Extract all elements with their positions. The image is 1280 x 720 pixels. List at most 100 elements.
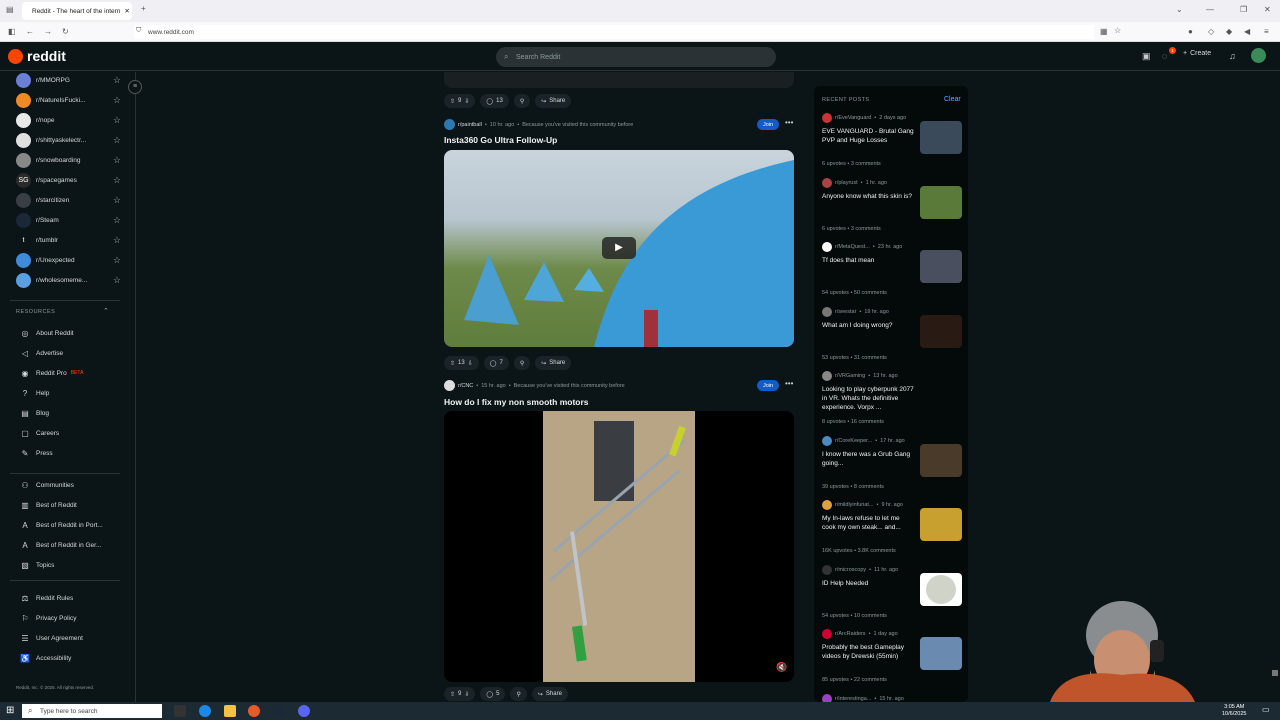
- sidebar-link[interactable]: ☰ User Agreement: [20, 631, 83, 645]
- reader-view-icon[interactable]: ▦: [1100, 27, 1108, 36]
- recent-post-subreddit[interactable]: r/MetaQuest...: [835, 244, 870, 250]
- sidebar-link[interactable]: ⚇ Communities: [20, 478, 74, 492]
- windows-start-icon[interactable]: ⊞: [6, 705, 14, 716]
- back-icon[interactable]: ←: [26, 27, 34, 36]
- recent-post-title[interactable]: What am I doing wrong?: [822, 321, 914, 330]
- share-button[interactable]: ↪ Share: [535, 356, 572, 370]
- vote-pill[interactable]: ⇧ 13 ⇩: [444, 356, 479, 370]
- subreddit-link[interactable]: r/paintball: [458, 122, 482, 128]
- chat-icon[interactable]: ◌: [1162, 51, 1167, 61]
- subreddit-avatar[interactable]: [444, 380, 455, 391]
- recent-post-item[interactable]: r/microscopy • 11 hr. ago ID Help Needed 54 …: [822, 564, 962, 625]
- file-explorer-icon[interactable]: [224, 705, 236, 717]
- award-button[interactable]: ⚲: [513, 94, 531, 108]
- recent-post-thumbnail[interactable]: [920, 572, 962, 606]
- sidebar-community-item[interactable]: r/starcitizen ☆: [16, 192, 121, 208]
- join-button[interactable]: Join: [757, 119, 779, 130]
- recent-post-subreddit[interactable]: r/microscopy: [835, 567, 866, 573]
- sidebar-community-item[interactable]: SG r/spacegames ☆: [16, 172, 121, 188]
- extension-badge-icon[interactable]: ◆: [1226, 27, 1232, 36]
- close-window-icon[interactable]: ✕: [1264, 5, 1271, 14]
- create-button[interactable]: + Create: [1183, 50, 1211, 57]
- clear-button[interactable]: Clear: [944, 96, 961, 103]
- steam-icon[interactable]: [273, 705, 285, 717]
- favorite-star-icon[interactable]: ☆: [113, 195, 121, 206]
- recent-post-subreddit[interactable]: r/interestinga...: [835, 696, 871, 702]
- sidebar-link[interactable]: ♿ Accessibility: [20, 651, 71, 665]
- sidebar-community-item[interactable]: r/shittyaskelectr... ☆: [16, 132, 121, 148]
- comments-button[interactable]: ◯ 7: [483, 356, 509, 370]
- recent-post-title[interactable]: Probably the best Gameplay videos by Dre…: [822, 643, 914, 661]
- recent-post-item[interactable]: r/mildlyinfuriat... • 9 hr. ago My In-laws …: [822, 500, 962, 560]
- play-icon[interactable]: ▶: [602, 237, 636, 259]
- recent-post-thumbnail[interactable]: [920, 443, 962, 477]
- subreddit-link[interactable]: r/CNC: [458, 383, 473, 389]
- recent-post-subreddit[interactable]: r/playrust: [835, 180, 858, 186]
- reddit-logo[interactable]: reddit: [8, 48, 66, 64]
- recent-post-subreddit[interactable]: r/seestar: [835, 309, 856, 315]
- recent-post-thumbnail[interactable]: [920, 185, 962, 219]
- sidebar-link[interactable]: ◎ About Reddit: [20, 326, 74, 340]
- favorite-star-icon[interactable]: ☆: [113, 115, 121, 126]
- favorite-star-icon[interactable]: ☆: [113, 215, 121, 226]
- share-button[interactable]: ↪ Share: [535, 94, 572, 108]
- sidebar-link[interactable]: ▤ Blog: [20, 406, 49, 420]
- tab-list-icon[interactable]: ⌄: [1176, 5, 1183, 14]
- scroll-thumb[interactable]: [1272, 670, 1278, 676]
- recent-post-item[interactable]: r/ArcRaiders • 1 day ago Probably the best …: [822, 629, 962, 689]
- favorite-star-icon[interactable]: ☆: [113, 275, 121, 286]
- downvote-icon[interactable]: ⇩: [464, 691, 469, 698]
- recent-post-subreddit[interactable]: r/EveVanguard: [835, 115, 871, 121]
- collapse-sidebar-icon[interactable]: ≡: [128, 80, 142, 94]
- award-button[interactable]: ⚲: [513, 356, 531, 370]
- favorite-star-icon[interactable]: ☆: [113, 75, 121, 86]
- chevron-up-icon[interactable]: ⌃: [103, 307, 109, 315]
- speaker-icon[interactable]: ◀: [1244, 27, 1250, 36]
- recent-post-subreddit[interactable]: r/ArcRaiders: [835, 631, 866, 637]
- sidebar-community-item[interactable]: r/Unexpected ☆: [16, 252, 121, 268]
- recent-post-thumbnail[interactable]: [920, 314, 962, 348]
- close-tab-icon[interactable]: ✕: [124, 7, 129, 15]
- recent-post-subreddit[interactable]: r/mildlyinfuriat...: [835, 502, 874, 508]
- recent-post-thumbnail[interactable]: [920, 508, 962, 541]
- recent-post-item[interactable]: r/CoreKeeper... • 17 hr. ago I know there w…: [822, 435, 962, 496]
- more-options-icon[interactable]: •••: [785, 379, 793, 388]
- search-input[interactable]: ⌕ Search Reddit: [496, 47, 776, 67]
- downvote-icon[interactable]: ⇩: [468, 360, 473, 367]
- recent-post-title[interactable]: EVE VANGUARD - Brutal Gang PVP and Huge …: [822, 127, 914, 145]
- downvote-icon[interactable]: ⇩: [464, 98, 469, 105]
- address-bar[interactable]: ⛉ www.reddit.com: [134, 25, 1094, 39]
- recent-post-item[interactable]: r/interestinga... • 15 hr. ago: [822, 693, 962, 702]
- recent-post-item[interactable]: r/VRGaming • 13 hr. ago Looking to play cyb…: [822, 371, 962, 431]
- recent-post-subreddit[interactable]: r/CoreKeeper...: [835, 438, 872, 444]
- sidebar-community-item[interactable]: r/NatureIsFucki... ☆: [16, 92, 121, 108]
- reload-icon[interactable]: ↻: [62, 27, 69, 36]
- post-video[interactable]: ▶: [444, 150, 794, 347]
- post-title[interactable]: How do I fix my non smooth motors: [444, 397, 589, 407]
- new-tab-icon[interactable]: +: [141, 4, 146, 13]
- recent-post-title[interactable]: ID Help Needed: [822, 579, 914, 588]
- minimize-icon[interactable]: —: [1206, 5, 1214, 14]
- sidebar-link[interactable]: ▥ Best of Reddit: [20, 498, 77, 512]
- browser-tab[interactable]: Reddit - The heart of the intern ✕: [22, 2, 132, 20]
- menu-icon[interactable]: ≡: [1264, 27, 1269, 36]
- favorite-star-icon[interactable]: ☆: [113, 255, 121, 266]
- sidebar-link[interactable]: A Best of Reddit in Ger...: [20, 538, 101, 552]
- clock[interactable]: 3:05 AM 10/6/2025: [1222, 704, 1246, 718]
- mute-icon[interactable]: 🔇: [776, 662, 787, 673]
- recent-post-item[interactable]: r/EveVanguard • 2 days ago EVE VANGUARD - B…: [822, 113, 962, 173]
- sidebar-icon[interactable]: ◧: [8, 27, 16, 36]
- sidebar-community-item[interactable]: r/nope ☆: [16, 112, 121, 128]
- sidebar-community-item[interactable]: r/snowboarding ☆: [16, 152, 121, 168]
- ads-icon[interactable]: ▣: [1142, 51, 1151, 62]
- comments-button[interactable]: ◯ 13: [480, 94, 509, 108]
- favorite-star-icon[interactable]: ☆: [113, 235, 121, 246]
- recent-post-title[interactable]: My In-laws refuse to let me cook my own …: [822, 514, 914, 532]
- taskbar-search-input[interactable]: ⌕ Type here to search: [22, 704, 162, 718]
- more-options-icon[interactable]: •••: [785, 118, 793, 127]
- sidebar-community-item[interactable]: r/MMORPG ☆: [16, 72, 121, 88]
- sidebar-link[interactable]: ◁ Advertise: [20, 346, 63, 360]
- share-button[interactable]: ↪ Share: [531, 687, 568, 701]
- favorite-star-icon[interactable]: ☆: [113, 175, 121, 186]
- recent-post-item[interactable]: r/MetaQuest... • 23 hr. ago Tf does that me…: [822, 242, 962, 302]
